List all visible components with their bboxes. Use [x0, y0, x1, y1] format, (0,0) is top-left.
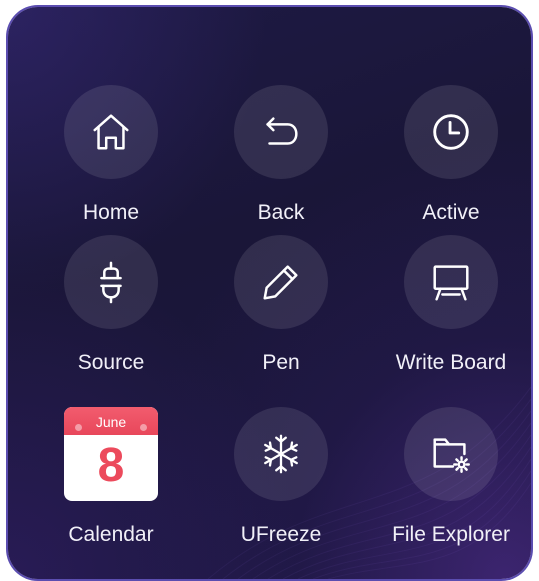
pen-icon: [263, 265, 298, 300]
file-explorer-button[interactable]: [404, 407, 498, 501]
pen-button[interactable]: [234, 235, 328, 329]
calendar-ring-left: [75, 424, 82, 431]
source-button[interactable]: [64, 235, 158, 329]
plug-icon: [100, 261, 122, 304]
whiteboard-icon: [433, 265, 469, 301]
write-board-label: Write Board: [395, 351, 507, 374]
launcher-item-source[interactable]: Source: [31, 235, 191, 395]
launcher-item-calendar[interactable]: June 8 Calendar: [31, 407, 191, 567]
home-icon: [93, 114, 129, 150]
launcher-item-file-explorer[interactable]: File Explorer: [371, 407, 531, 567]
calendar-icon[interactable]: June 8: [64, 407, 158, 501]
back-button[interactable]: [234, 85, 328, 179]
snowflake-icon: [264, 434, 298, 474]
calendar-ring-right: [140, 424, 147, 431]
active-button[interactable]: [404, 85, 498, 179]
launcher-item-back[interactable]: Back: [201, 85, 361, 245]
launcher-item-write-board[interactable]: Write Board: [371, 235, 531, 395]
clock-icon: [433, 114, 469, 150]
launcher-item-pen[interactable]: Pen: [201, 235, 361, 395]
write-board-button[interactable]: [404, 235, 498, 329]
launcher-item-ufreeze[interactable]: UFreeze: [201, 407, 361, 567]
quick-launcher-panel: Home Back Active Source Pen Write Board …: [8, 7, 531, 579]
folder-gear-icon: [433, 438, 470, 473]
back-arrow-icon: [266, 117, 298, 145]
launcher-item-home[interactable]: Home: [31, 85, 191, 245]
active-label: Active: [422, 201, 480, 224]
ufreeze-button[interactable]: [234, 407, 328, 501]
calendar-day: 8: [97, 439, 125, 492]
home-button[interactable]: [64, 85, 158, 179]
file-explorer-label: File Explorer: [392, 523, 510, 546]
launcher-item-active[interactable]: Active: [371, 85, 531, 245]
